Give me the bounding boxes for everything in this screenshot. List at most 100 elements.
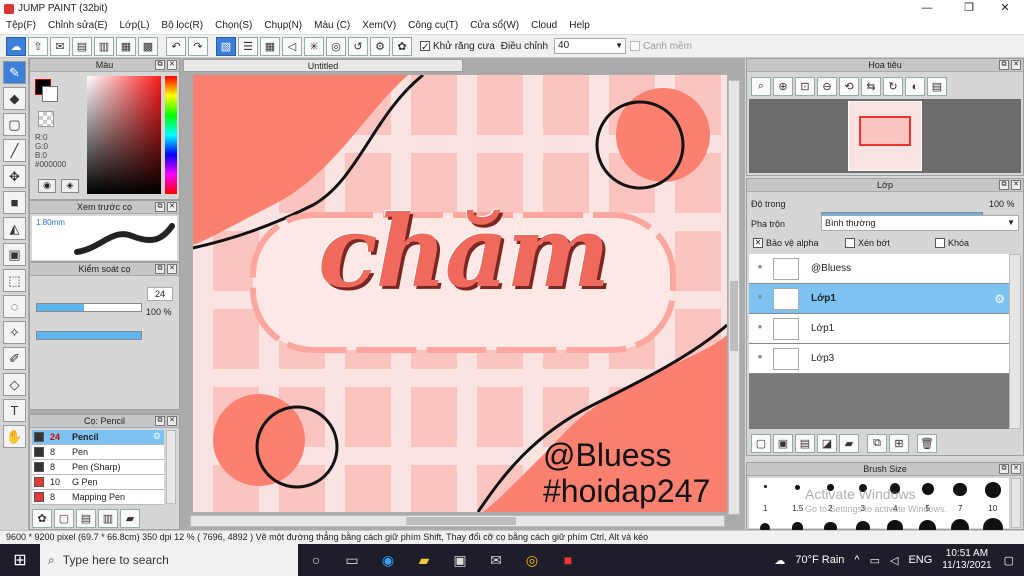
radial-icon[interactable]: ✳ bbox=[304, 36, 324, 56]
layer-row[interactable]: ● @Bluess bbox=[749, 254, 1009, 284]
horizontal-scrollbar[interactable] bbox=[190, 515, 725, 527]
layer-mask-icon[interactable]: ◪ bbox=[817, 434, 837, 453]
new-layer-icon[interactable]: ▢ bbox=[751, 434, 771, 453]
menu-view[interactable]: Xem(V) bbox=[362, 20, 396, 31]
mail-icon[interactable]: ✉ bbox=[478, 544, 514, 576]
artboard[interactable]: chăm @Bluess #hoidap247 bbox=[193, 75, 727, 512]
vertical-scrollbar[interactable] bbox=[728, 80, 740, 515]
gear-icon[interactable]: ⚙ bbox=[153, 431, 161, 442]
lock-checkbox[interactable] bbox=[935, 238, 945, 248]
close-button[interactable]: ✕ bbox=[988, 0, 1022, 17]
close-icon[interactable]: ✕ bbox=[167, 416, 177, 426]
background-color-swatch[interactable] bbox=[42, 86, 58, 102]
zoom-actual-icon[interactable]: ⊡ bbox=[795, 77, 815, 96]
snap-checkbox[interactable] bbox=[630, 41, 641, 51]
brush-size-scrollbar[interactable] bbox=[1011, 478, 1021, 528]
adjust-input[interactable]: 40 ▼ bbox=[554, 38, 627, 54]
brush-add-icon[interactable]: ✿ bbox=[32, 509, 52, 528]
brush-size-input[interactable]: 24 bbox=[147, 287, 173, 301]
brush-size-slider[interactable] bbox=[36, 303, 142, 312]
brush-list-item[interactable]: 8 Pen bbox=[32, 445, 164, 460]
brush-list-item[interactable]: 8 Pen (Sharp) bbox=[32, 460, 164, 475]
brush-folder-icon[interactable]: ▰ bbox=[120, 509, 140, 528]
cloud-icon[interactable]: ☁ bbox=[6, 36, 26, 56]
menu-select[interactable]: Chọn(S) bbox=[215, 20, 252, 31]
float-icon[interactable]: ⧉ bbox=[999, 464, 1009, 474]
magic-wand-icon[interactable]: ✧ bbox=[3, 321, 26, 344]
vertical-scroll-thumb[interactable] bbox=[730, 281, 738, 351]
float-icon[interactable]: ⧉ bbox=[999, 60, 1009, 70]
antialias-checkbox[interactable]: ✓ bbox=[420, 41, 430, 53]
zoom-out-icon[interactable]: ⊖ bbox=[817, 77, 837, 96]
palette-icon[interactable]: ◉ bbox=[38, 179, 56, 193]
brush-size-dot[interactable] bbox=[763, 485, 767, 489]
new-vector-layer-icon[interactable]: ▣ bbox=[773, 434, 793, 453]
settings-icon[interactable]: ✿ bbox=[392, 36, 412, 56]
brush-size-dot[interactable] bbox=[984, 482, 1001, 498]
brush-tool-icon[interactable]: ✎ bbox=[3, 61, 26, 84]
eye-icon[interactable]: ● bbox=[753, 262, 767, 276]
gear-icon[interactable]: ⚙ bbox=[994, 292, 1005, 306]
undo-icon[interactable]: ↶ bbox=[166, 36, 186, 56]
layer-row[interactable]: ● Lớp3 bbox=[749, 344, 1009, 374]
line-tool-icon[interactable]: ╱ bbox=[3, 139, 26, 162]
brush-new-icon[interactable]: ▢ bbox=[54, 509, 74, 528]
layer-row[interactable]: ● Lớp1 ⚙ bbox=[749, 284, 1009, 314]
document-tab[interactable]: Untitled bbox=[183, 59, 463, 72]
float-icon[interactable]: ⧉ bbox=[999, 180, 1009, 190]
merge-layer-icon[interactable]: ⊞ bbox=[889, 434, 909, 453]
concentric-icon[interactable]: ◎ bbox=[326, 36, 346, 56]
select-rect-icon[interactable]: ⬚ bbox=[3, 269, 26, 292]
page-icon[interactable]: ▦ bbox=[116, 36, 136, 56]
select-eraser-icon[interactable]: ◇ bbox=[3, 373, 26, 396]
taskbar-search[interactable]: ⌕ Type here to search bbox=[40, 544, 298, 576]
select-pen-icon[interactable]: ✐ bbox=[3, 347, 26, 370]
brush-menu-icon[interactable]: ▤ bbox=[76, 509, 96, 528]
menu-help[interactable]: Help bbox=[569, 20, 590, 31]
snap-toggle[interactable]: Canh mềm bbox=[630, 41, 692, 52]
move-tool-icon[interactable]: ✥ bbox=[3, 165, 26, 188]
store-icon[interactable]: ▣ bbox=[442, 544, 478, 576]
brush-size-dot[interactable] bbox=[795, 484, 801, 490]
lock-toggle[interactable]: Khóa bbox=[935, 238, 969, 248]
clipping-toggle[interactable]: Xén bớt bbox=[845, 238, 890, 248]
brush-settings-icon[interactable]: ▥ bbox=[98, 509, 118, 528]
rotate-icon[interactable]: ⟲ bbox=[839, 77, 859, 96]
clock[interactable]: 10:51 AM 11/13/2021 bbox=[942, 548, 991, 572]
menu-tools[interactable]: Công cụ(T) bbox=[408, 20, 458, 31]
zoom-fit-icon[interactable]: ⌕ bbox=[751, 77, 771, 96]
float-icon[interactable]: ⧉ bbox=[155, 416, 165, 426]
maximize-button[interactable]: ❐ bbox=[952, 0, 986, 17]
eye-icon[interactable]: ● bbox=[753, 352, 767, 366]
brush-list-item[interactable]: 24 Pencil ⚙ bbox=[32, 430, 164, 445]
hand-tool-icon[interactable]: ✋ bbox=[3, 425, 26, 448]
layer-row[interactable]: ● Lớp1 bbox=[749, 314, 1009, 344]
eye-icon[interactable]: ● bbox=[753, 322, 767, 336]
saturation-value-picker[interactable] bbox=[87, 76, 161, 194]
reset-icon[interactable]: ↻ bbox=[883, 77, 903, 96]
notification-icon[interactable]: ▢ bbox=[1004, 554, 1014, 567]
brush-size-dot[interactable] bbox=[921, 483, 934, 495]
document-icon[interactable]: ▥ bbox=[94, 36, 114, 56]
menu-color[interactable]: Màu (C) bbox=[314, 20, 350, 31]
gradient-tool-icon[interactable]: ▣ bbox=[3, 243, 26, 266]
jump-paint-taskbar-icon[interactable]: ■ bbox=[550, 544, 586, 576]
brush-list-item[interactable]: 8 Mapping Pen bbox=[32, 490, 164, 505]
navigator-view[interactable] bbox=[749, 99, 1021, 173]
protect-alpha-checkbox[interactable]: ✕ bbox=[753, 238, 763, 248]
new-text-layer-icon[interactable]: ▤ bbox=[795, 434, 815, 453]
menu-layer[interactable]: Lớp(L) bbox=[120, 20, 150, 31]
note-icon[interactable]: ▤ bbox=[72, 36, 92, 56]
antialias-toggle[interactable]: ✓ Khử răng cưa bbox=[420, 41, 495, 53]
grid-icon[interactable]: ▩ bbox=[138, 36, 158, 56]
zoom-in-icon[interactable]: ⊕ bbox=[773, 77, 793, 96]
menu-capture[interactable]: Chụp(N) bbox=[264, 20, 302, 31]
weather-readout[interactable]: 70°F Rain bbox=[795, 554, 844, 566]
comment-icon[interactable]: ✉ bbox=[50, 36, 70, 56]
close-icon[interactable]: ✕ bbox=[1011, 60, 1021, 70]
tray-chevron-icon[interactable]: ^ bbox=[854, 554, 859, 566]
file-explorer-icon[interactable]: ▰ bbox=[406, 544, 442, 576]
brush-opacity-slider[interactable] bbox=[36, 331, 142, 340]
chrome-icon[interactable]: ◎ bbox=[514, 544, 550, 576]
curve-icon[interactable]: ↺ bbox=[348, 36, 368, 56]
